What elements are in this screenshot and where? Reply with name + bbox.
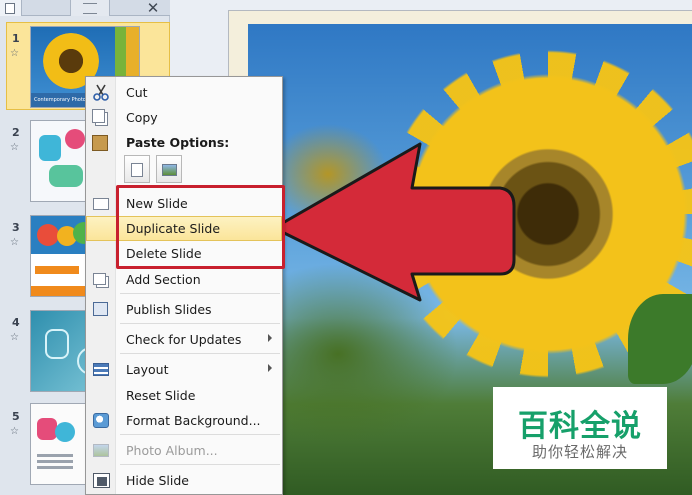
menu-item-label: Cut [126, 85, 148, 100]
menu-item-copy[interactable]: Copy [86, 105, 282, 130]
transition-star-icon: ☆ [10, 142, 19, 153]
format-background-icon [93, 413, 109, 428]
context-menu: Cut Copy Paste Options: New Slide Duplic… [85, 76, 283, 495]
text-lines [37, 454, 73, 457]
menu-separator [120, 464, 280, 465]
tab-slides[interactable] [70, 0, 110, 16]
publish-icon [93, 302, 108, 316]
arrow-shape [272, 142, 516, 302]
transition-star-icon: ☆ [10, 332, 19, 343]
balloon-image [37, 224, 59, 246]
paste-icon [92, 135, 108, 151]
flower-image [65, 129, 85, 149]
leaf-image [628, 294, 692, 384]
watermark-badge: 百科全说 助你轻松解决 [493, 387, 667, 469]
menu-item-check-for-updates[interactable]: Check for Updates [86, 327, 282, 352]
menu-item-label: Format Background... [126, 413, 261, 428]
menu-item-cut[interactable]: Cut [86, 80, 282, 105]
bowl-image [49, 165, 83, 187]
menu-item-label: Reset Slide [126, 388, 196, 403]
watermark-subtitle: 助你轻松解决 [531, 443, 628, 461]
red-arrow-annotation [272, 142, 516, 302]
layout-icon [93, 363, 109, 376]
paste-options-header: Paste Options: [126, 135, 230, 150]
menu-item-label: Add Section [126, 272, 201, 287]
menu-item-publish-slides[interactable]: Publish Slides [86, 297, 282, 322]
glass-image [55, 422, 75, 442]
transition-star-icon: ☆ [10, 48, 19, 59]
chevron-right-icon [268, 364, 272, 372]
close-icon[interactable]: ✕ [142, 0, 164, 17]
new-slide-icon [93, 198, 109, 210]
paste-as-picture-button[interactable] [156, 155, 182, 183]
menu-item-label: Check for Updates [126, 332, 242, 347]
tab-outline[interactable] [0, 0, 22, 16]
slide-number: 1 [12, 32, 20, 45]
slide-number: 5 [12, 410, 20, 423]
watermark-title: 百科全说 [518, 409, 642, 444]
section-icon [93, 273, 106, 285]
menu-item-reset-slide[interactable]: Reset Slide [86, 383, 282, 408]
menu-separator [120, 323, 280, 324]
paste-doc-icon [131, 163, 143, 177]
menu-item-format-background[interactable]: Format Background... [86, 408, 282, 433]
menu-item-hide-slide[interactable]: Hide Slide [86, 468, 282, 493]
highlight-box-annotation [116, 185, 285, 269]
hide-slide-icon [93, 473, 110, 488]
slide-number: 2 [12, 126, 20, 139]
slide-number: 3 [12, 221, 20, 234]
menu-separator [120, 353, 280, 354]
photo-album-icon [93, 444, 109, 457]
title-bar [35, 266, 79, 274]
scissors-icon [92, 84, 110, 101]
paste-picture-icon [162, 164, 177, 176]
transition-star-icon: ☆ [10, 237, 19, 248]
menu-item-add-section[interactable]: Add Section [86, 267, 282, 292]
menu-item-label: Hide Slide [126, 473, 189, 488]
menu-item-label: Photo Album... [126, 443, 218, 458]
menu-item-layout[interactable]: Layout [86, 357, 282, 382]
menu-separator [120, 434, 280, 435]
chevron-right-icon [268, 334, 272, 342]
copy-icon [92, 109, 105, 123]
menu-item-label: Publish Slides [126, 302, 212, 317]
menu-separator [120, 293, 280, 294]
flower-image [37, 418, 57, 440]
glass-image [39, 135, 61, 161]
glass-image [45, 329, 69, 359]
menu-item-photo-album: Photo Album... [86, 438, 282, 463]
transition-star-icon: ☆ [10, 426, 19, 437]
menu-item-label: Layout [126, 362, 169, 377]
paste-keep-formatting-button[interactable] [124, 155, 150, 183]
pane-tab-bar: ✕ [0, 0, 170, 17]
slide-number: 4 [12, 316, 20, 329]
menu-item-label: Copy [126, 110, 158, 125]
